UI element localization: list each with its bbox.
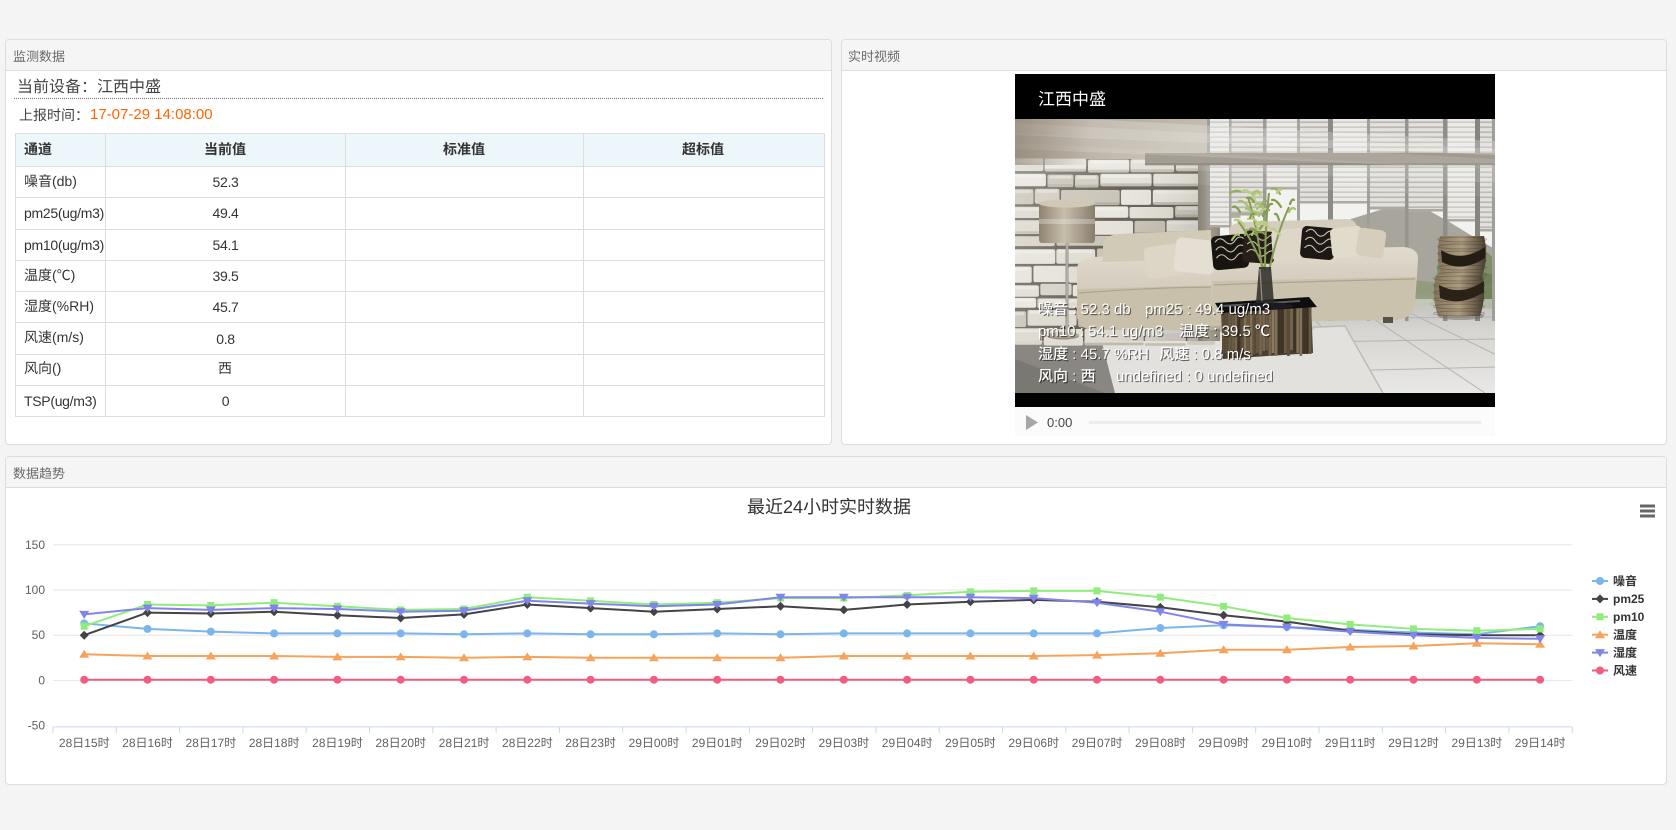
svg-text:150: 150 — [25, 538, 45, 552]
svg-text:pm10: pm10 — [1613, 610, 1645, 624]
svg-text:0:00: 0:00 — [1047, 415, 1072, 430]
svg-text:100: 100 — [25, 583, 45, 597]
svg-text:0: 0 — [38, 673, 45, 687]
svg-text:50: 50 — [32, 628, 46, 642]
svg-text:-50: -50 — [28, 719, 46, 733]
svg-text:pm25: pm25 — [1613, 592, 1645, 606]
